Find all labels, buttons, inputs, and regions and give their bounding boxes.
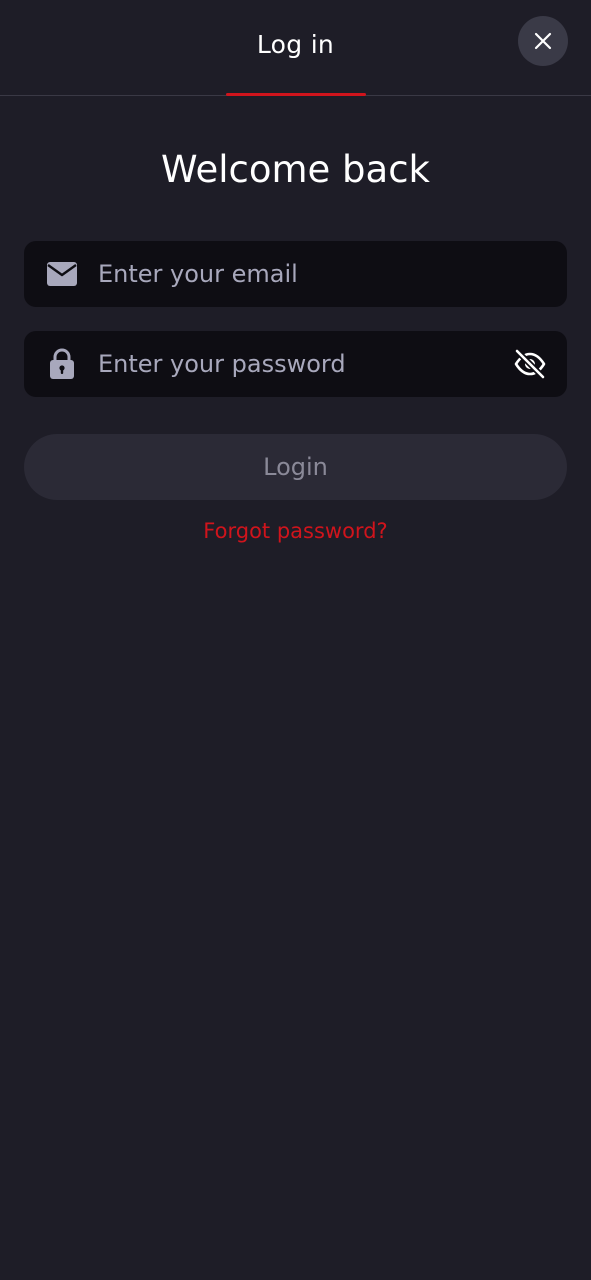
tab-login[interactable]: Log in bbox=[0, 30, 591, 59]
password-field-container[interactable] bbox=[24, 331, 567, 397]
eye-off-icon bbox=[514, 348, 546, 380]
lock-icon bbox=[49, 331, 75, 397]
tab-active-indicator bbox=[226, 93, 366, 96]
password-input[interactable] bbox=[98, 331, 498, 397]
email-field-container[interactable] bbox=[24, 241, 567, 307]
login-button[interactable]: Login bbox=[24, 434, 567, 500]
top-bar: Log in bbox=[0, 0, 591, 96]
envelope-icon bbox=[46, 241, 78, 307]
toggle-password-visibility-button[interactable] bbox=[513, 331, 547, 397]
close-button[interactable] bbox=[518, 16, 568, 66]
email-input[interactable] bbox=[98, 241, 498, 307]
page-title: Welcome back bbox=[161, 148, 430, 191]
forgot-password-link[interactable]: Forgot password? bbox=[0, 519, 591, 543]
close-icon bbox=[534, 32, 552, 50]
